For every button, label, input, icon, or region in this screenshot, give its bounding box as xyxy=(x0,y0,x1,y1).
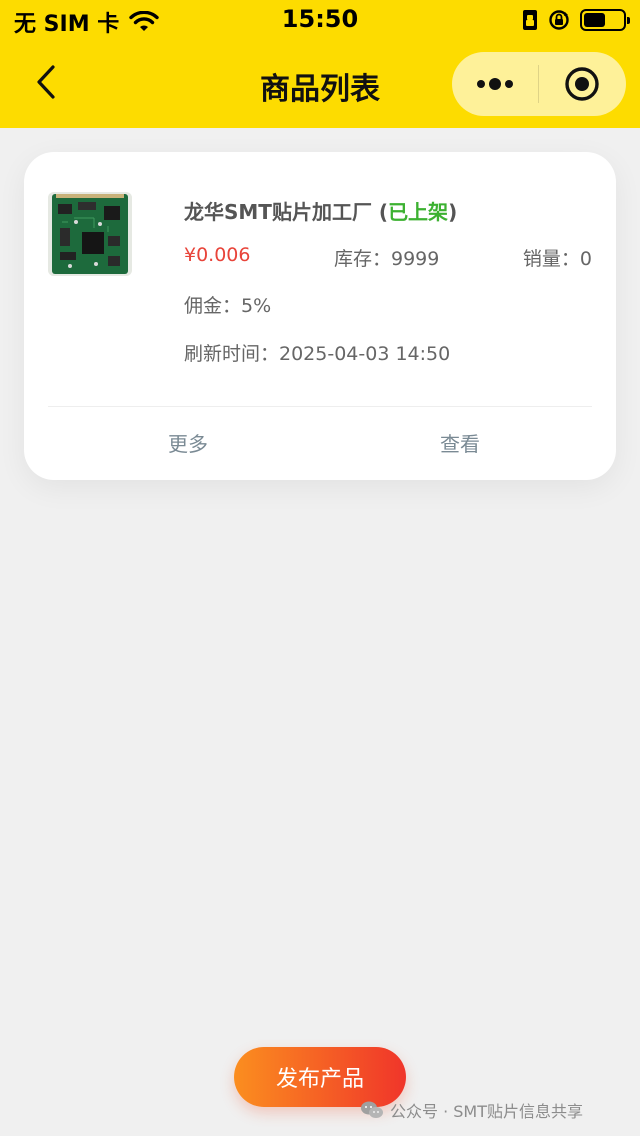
more-button[interactable]: 更多 xyxy=(118,428,258,457)
navigation-bar: 商品列表 xyxy=(0,40,640,128)
product-commission: 佣金：5% xyxy=(184,295,272,317)
view-button[interactable]: 查看 xyxy=(390,428,530,457)
product-status-badge: 已上架 xyxy=(388,200,449,224)
close-program-button[interactable] xyxy=(539,52,625,116)
status-open-paren: ( xyxy=(371,200,389,224)
wechat-icon xyxy=(361,1101,383,1118)
card-divider xyxy=(48,406,592,407)
battery-level xyxy=(584,13,605,27)
pcb-board-image xyxy=(48,192,132,276)
battery-icon xyxy=(580,9,630,31)
product-name: 龙华SMT贴片加工厂 xyxy=(184,200,372,224)
more-dots-icon xyxy=(477,78,513,90)
product-thumbnail[interactable] xyxy=(48,192,132,276)
product-stock: 库存：9999 xyxy=(334,248,440,270)
status-close-paren: ) xyxy=(448,200,458,224)
watermark-text: 公众号 · SMT贴片信息共享 xyxy=(390,1102,583,1121)
product-refresh-time: 刷新时间：2025-04-03 14:50 xyxy=(184,343,451,365)
top-bar: 无 SIM 卡 15:50 商品列表 xyxy=(0,0,640,128)
portrait-lock-icon xyxy=(523,10,537,30)
more-menu-button[interactable] xyxy=(452,52,538,116)
product-title: 龙华SMT贴片加工厂 (已上架) xyxy=(184,196,457,225)
status-bar: 无 SIM 卡 15:50 xyxy=(0,0,640,40)
orientation-lock-icon xyxy=(549,10,569,30)
product-card[interactable]: 龙华SMT贴片加工厂 (已上架) ¥0.006 库存：9999 销量：0 佣金：… xyxy=(24,152,616,480)
product-price: ¥0.006 xyxy=(184,244,251,266)
mini-program-capsule xyxy=(452,52,626,116)
target-icon xyxy=(565,67,599,101)
watermark: 公众号 · SMT贴片信息共享 xyxy=(360,1098,583,1122)
status-right-icons xyxy=(522,8,630,32)
product-sales: 销量：0 xyxy=(522,248,592,270)
